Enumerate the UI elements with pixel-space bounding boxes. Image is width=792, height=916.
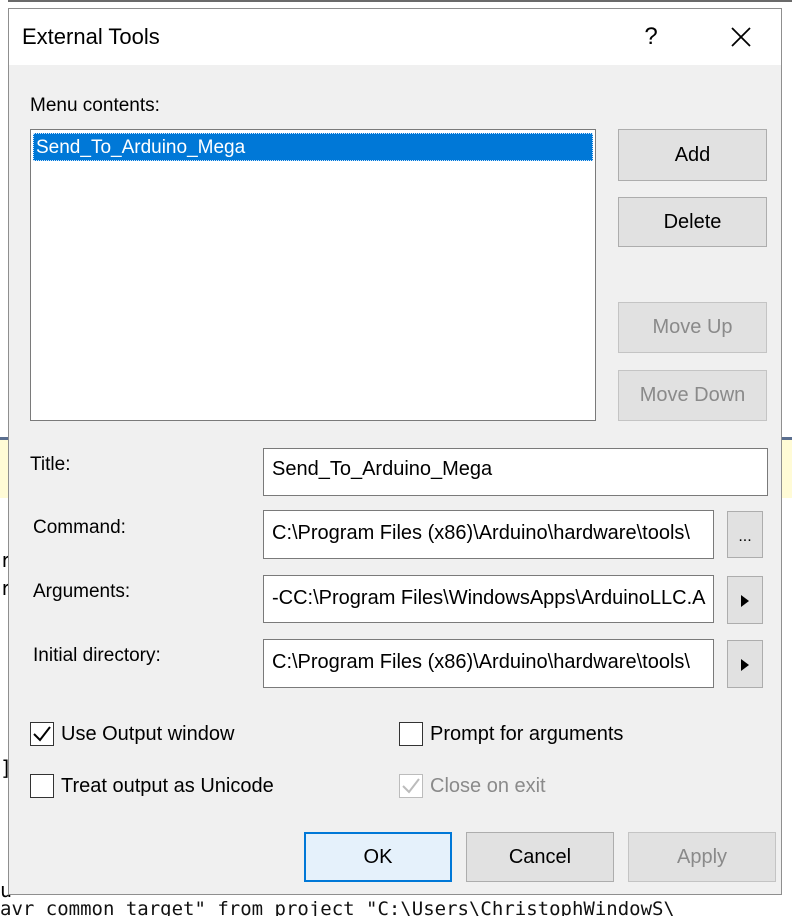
background-output-line: avr common target" from project "C:\User… [0,898,675,916]
dialog-title: External Tools [22,24,160,49]
arguments-macro-button[interactable] [727,576,763,624]
triangle-right-icon [741,595,749,607]
background-highlight-left [0,437,8,498]
browse-command-button[interactable]: ... [727,511,763,558]
cancel-button[interactable]: Cancel [466,832,614,882]
close-button[interactable] [719,19,763,55]
title-input[interactable]: Send_To_Arduino_Mega [263,448,768,496]
initial-directory-macro-button[interactable] [727,640,763,688]
checkmark-icon [33,726,51,742]
title-label: Title: [30,454,71,475]
initial-directory-input[interactable]: C:\Program Files (x86)\Arduino\hardware\… [263,639,714,688]
command-input[interactable]: C:\Program Files (x86)\Arduino\hardware\… [263,510,714,559]
add-button[interactable]: Add [618,129,767,181]
ok-button[interactable]: OK [304,832,452,882]
delete-button[interactable]: Delete [618,197,767,247]
command-label: Command: [33,517,126,538]
initial-directory-label: Initial directory: [33,645,161,666]
use-output-window-label[interactable]: Use Output window [61,723,234,746]
prompt-for-arguments-checkbox[interactable] [399,722,423,746]
arguments-input[interactable]: -CC:\Program Files\WindowsApps\ArduinoLL… [263,575,714,623]
prompt-for-arguments-label[interactable]: Prompt for arguments [430,723,623,746]
close-icon [731,27,751,47]
use-output-window-checkbox[interactable] [30,722,54,746]
menu-contents-label: Menu contents: [30,95,160,116]
arguments-label: Arguments: [33,581,131,602]
treat-output-as-unicode-label[interactable]: Treat output as Unicode [61,775,274,798]
help-button[interactable]: ? [629,19,673,55]
list-item[interactable]: Send_To_Arduino_Mega [33,133,593,161]
triangle-right-icon [741,659,749,671]
move-up-button[interactable]: Move Up [618,302,767,353]
close-on-exit-checkbox[interactable] [399,774,423,798]
external-tools-dialog: External Tools ? Menu contents: Send_To_… [8,8,782,895]
treat-output-as-unicode-checkbox[interactable] [30,774,54,798]
apply-button[interactable]: Apply [628,832,776,882]
checkmark-icon [402,778,420,794]
help-icon: ? [644,23,658,50]
background-divider [0,0,792,2]
background-highlight-right [782,437,792,498]
move-down-button[interactable]: Move Down [618,370,767,421]
menu-contents-list[interactable]: Send_To_Arduino_Mega [30,129,596,421]
close-on-exit-label[interactable]: Close on exit [430,775,546,798]
dialog-titlebar[interactable]: External Tools ? [9,9,781,65]
